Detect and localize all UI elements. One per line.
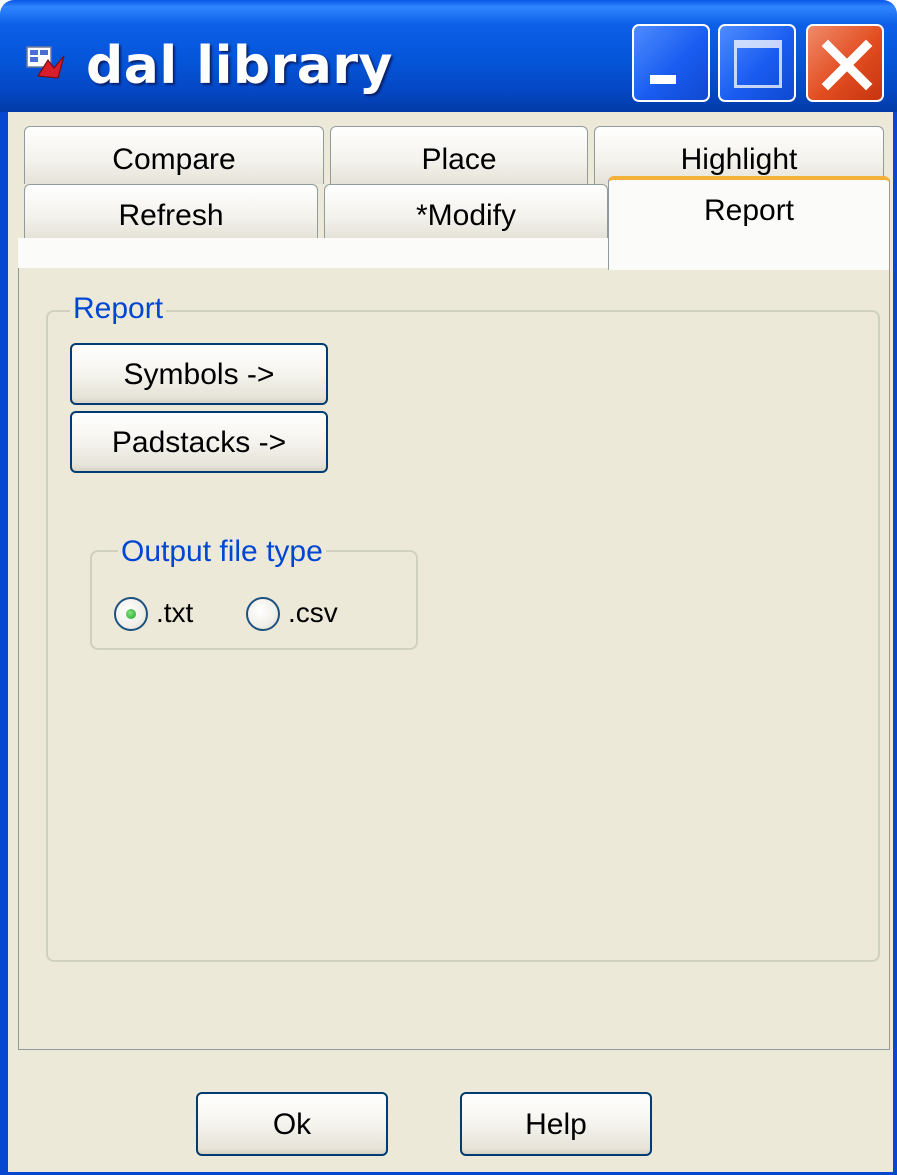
close-icon	[821, 39, 873, 91]
tab-place[interactable]: Place	[330, 126, 588, 184]
padstacks-button[interactable]: Padstacks ->	[70, 411, 328, 473]
title-bar[interactable]: dal library	[0, 0, 897, 112]
output-file-type-legend: Output file type	[118, 535, 326, 569]
tab-compare[interactable]: Compare	[24, 126, 324, 184]
radio-csv[interactable]	[246, 597, 280, 631]
radio-selected-dot	[126, 609, 136, 619]
tab-label: Report	[703, 194, 795, 227]
tab-label: Compare	[112, 143, 236, 176]
window-border-left	[0, 112, 8, 1175]
radio-csv-label[interactable]: .csv	[288, 597, 338, 629]
maximize-button[interactable]	[718, 24, 796, 102]
tab-refresh[interactable]: Refresh	[24, 184, 318, 238]
report-group-legend: Report	[70, 292, 167, 326]
symbols-button[interactable]: Symbols ->	[70, 343, 328, 405]
tab-label: Place	[421, 143, 497, 176]
help-button[interactable]: Help	[460, 1092, 652, 1156]
window-title: dal library	[86, 36, 393, 96]
tab-label: Refresh	[118, 199, 224, 232]
minimize-button[interactable]	[632, 24, 710, 102]
tab-label: *Modify	[415, 199, 517, 232]
tab-report[interactable]: Report	[608, 176, 890, 270]
dialog-window: dal library Compare Place Highlight Refr…	[0, 0, 897, 1175]
tab-modify[interactable]: *Modify	[324, 184, 608, 238]
ok-button[interactable]: Ok	[196, 1092, 388, 1156]
radio-txt-label[interactable]: .txt	[156, 597, 193, 629]
maximize-icon	[734, 40, 782, 88]
minimize-icon	[650, 75, 676, 84]
tab-label: Highlight	[680, 143, 798, 176]
app-icon	[26, 46, 66, 80]
radio-txt[interactable]	[114, 597, 148, 631]
window-border-right	[893, 112, 897, 1175]
close-button[interactable]	[806, 24, 884, 102]
